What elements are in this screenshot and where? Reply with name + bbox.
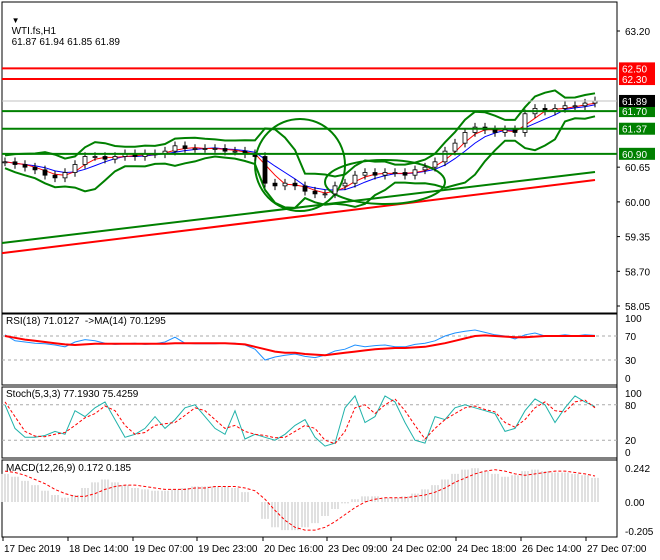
x-tick-label: 18 Dec 14:00 — [69, 544, 129, 555]
trading-chart[interactable]: 62.5062.3061.7061.3760.9061.8963.2060.65… — [0, 0, 660, 560]
candle-body — [292, 182, 298, 187]
candle-body — [402, 172, 408, 176]
macd-tick-label: -0.205 — [625, 527, 654, 538]
candle-body — [502, 129, 508, 133]
stoch-tick-label: 0 — [625, 448, 631, 459]
candle-body — [262, 156, 268, 184]
rsi-ma14-line — [4, 334, 595, 357]
candle-body — [322, 193, 328, 196]
candle-body — [372, 172, 378, 176]
candle-body — [272, 182, 278, 187]
x-tick-label: 23 Dec 09:00 — [328, 544, 388, 555]
candle-body — [412, 169, 418, 176]
y-tick-label: 58.05 — [625, 302, 650, 313]
level-price-label: 61.37 — [622, 125, 647, 136]
rsi-tick-label: 30 — [625, 356, 637, 367]
y-tick-label: 60.00 — [625, 198, 650, 209]
x-tick-label: 19 Dec 07:00 — [134, 544, 194, 555]
candle-body — [192, 148, 198, 150]
candle-body — [102, 156, 108, 160]
candle-body — [212, 148, 218, 150]
y-tick-label: 60.65 — [625, 163, 650, 174]
candle-body — [442, 150, 448, 163]
stoch-main-line — [4, 394, 596, 447]
candle-body — [432, 161, 438, 168]
candle-body — [492, 129, 498, 133]
candle-body — [222, 148, 228, 152]
rsi-tick-label: 70 — [625, 332, 637, 343]
rsi-tick-label: 100 — [625, 314, 642, 325]
y-tick-label: 58.70 — [625, 267, 650, 278]
y-tick-label: 63.20 — [625, 27, 650, 38]
level-price-label: 60.90 — [622, 150, 647, 161]
candle-body — [462, 132, 468, 144]
ma-red-line — [4, 102, 596, 194]
stoch-tick-label: 80 — [625, 401, 637, 412]
triangle-down-icon[interactable]: ▼ — [12, 16, 20, 25]
macd-tick-label: 0.00 — [625, 498, 645, 509]
candle-body — [302, 185, 308, 192]
candle-body — [92, 156, 98, 158]
candle-body — [112, 156, 118, 160]
stoch-title: Stoch(5,3,3) 77.1930 75.4259 — [6, 389, 139, 400]
candle-body — [232, 150, 238, 153]
candle-body — [512, 129, 518, 133]
candle-body — [452, 142, 458, 152]
x-tick-label: 27 Dec 07:00 — [587, 544, 647, 555]
candle-body — [312, 190, 318, 195]
macd-signal-line — [4, 469, 596, 531]
x-tick-label: 26 Dec 14:00 — [522, 544, 582, 555]
candle-body — [22, 164, 28, 168]
x-tick-label: 17 Dec 2019 — [4, 544, 61, 555]
candle-body — [352, 174, 358, 184]
candle-body — [202, 148, 208, 150]
chart-header: ▼ WTI.fs,H1 61.87 61.94 61.85 61.89 — [6, 4, 120, 48]
stoch-tick-label: 100 — [625, 389, 642, 400]
x-tick-label: 24 Dec 18:00 — [457, 544, 517, 555]
candle-body — [62, 172, 68, 179]
rsi-rsi18-line — [4, 329, 596, 361]
symbol-label: WTI.fs,H1 — [11, 26, 57, 37]
stoch-signal-line — [4, 398, 596, 445]
candle-body — [382, 172, 388, 176]
candle-body — [332, 185, 338, 195]
candle-body — [362, 172, 368, 176]
candle-body — [172, 145, 178, 152]
rsi-tick-label: 0 — [625, 374, 631, 385]
ma-blue-line — [4, 104, 596, 191]
ma-long-green-line — [1, 170, 596, 244]
current-price-label: 61.89 — [622, 97, 647, 108]
candle-body — [282, 182, 288, 187]
macd-tick-label: 0.242 — [625, 464, 650, 475]
candle-body — [82, 156, 88, 165]
candle-body — [52, 174, 58, 179]
candle-body — [572, 105, 578, 108]
rsi-title: RSI(18) 71.0127 ->MA(14) 70.1295 — [6, 316, 166, 327]
candle-body — [582, 102, 588, 107]
macd-title: MACD(12,26,9) 0.172 0.185 — [6, 463, 132, 474]
pattern-ellipse — [254, 118, 346, 212]
candle-body — [72, 164, 78, 173]
candle-body — [392, 172, 398, 174]
x-tick-label: 24 Dec 02:00 — [392, 544, 452, 555]
candle-body — [422, 166, 428, 171]
x-tick-label: 19 Dec 23:00 — [198, 544, 258, 555]
candle-body — [42, 169, 48, 176]
x-tick-label: 20 Dec 16:00 — [264, 544, 324, 555]
candle-body — [12, 161, 18, 165]
candle-body — [2, 161, 8, 164]
y-tick-label: 59.35 — [625, 233, 650, 244]
bollinger-upper-line — [4, 89, 596, 178]
candle-body — [32, 166, 38, 171]
level-price-label: 61.70 — [622, 107, 647, 118]
candle-body — [182, 145, 188, 149]
stoch-tick-label: 20 — [625, 436, 637, 447]
ohlc-values: 61.87 61.94 61.85 61.89 — [11, 37, 120, 48]
candle-body — [342, 182, 348, 187]
candle-body — [562, 105, 568, 109]
level-price-label: 62.30 — [622, 75, 647, 86]
